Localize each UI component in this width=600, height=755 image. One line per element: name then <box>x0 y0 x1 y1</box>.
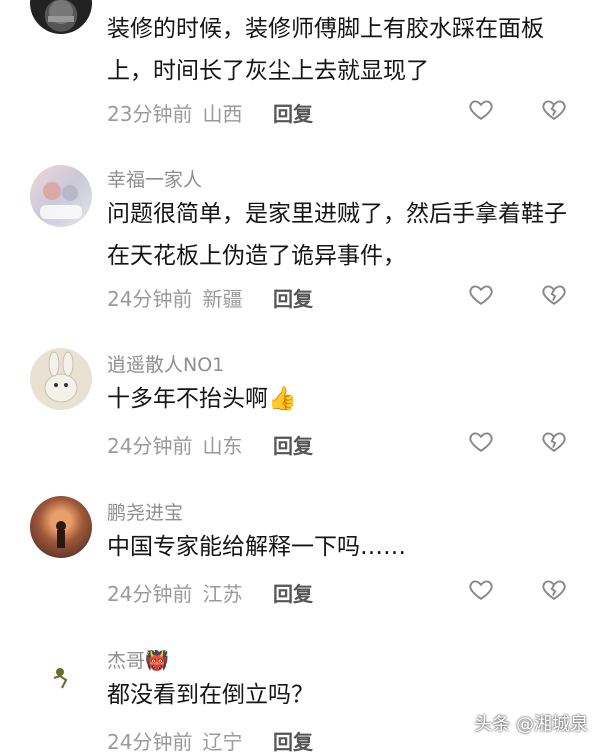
comment-text: 问题很简单，是家里进贼了，然后手拿着鞋子在天花板上伪造了诡异事件， <box>107 201 567 269</box>
comment-username[interactable]: 鹏尧进宝 <box>107 498 183 525</box>
like-button[interactable] <box>468 96 494 122</box>
reply-button[interactable]: 回复 <box>273 98 313 127</box>
comment-location: 新疆 <box>202 287 243 311</box>
dislike-button[interactable] <box>541 281 567 307</box>
comment-text: 十多年不抬头啊👍 <box>107 386 297 412</box>
comment-meta: 24分钟前 新疆 <box>107 283 242 312</box>
comment-text: 装修的时候，装修师傅脚上有胶水踩在面板上，时间长了灰尘上去就显现了 <box>107 16 544 84</box>
reply-button[interactable]: 回复 <box>273 430 313 459</box>
comment-location: 辽宁 <box>202 730 243 754</box>
broken-heart-icon <box>542 580 566 600</box>
broken-heart-icon <box>542 432 566 452</box>
comment-item: 装修的时候，装修师傅脚上有胶水踩在面板上，时间长了灰尘上去就显现了 23分钟前山… <box>0 0 600 140</box>
like-button[interactable] <box>468 576 494 602</box>
comment-time: 24分钟前 <box>107 582 193 606</box>
comment-username[interactable]: 杰哥👹 <box>107 646 169 673</box>
avatar[interactable] <box>30 165 92 227</box>
avatar[interactable] <box>30 496 92 558</box>
reply-button[interactable]: 回复 <box>273 726 313 755</box>
comment-item: 鹏尧进宝 中国专家能给解释一下吗…… 24分钟前 江苏 回复 <box>0 488 600 618</box>
comment-username[interactable]: 幸福一家人 <box>107 165 202 192</box>
reply-button[interactable]: 回复 <box>273 283 313 312</box>
comment-item: 逍遥散人NO1 十多年不抬头啊👍 24分钟前 山东 回复 <box>0 340 600 470</box>
comment-meta: 24分钟前 辽宁 <box>107 726 242 755</box>
avatar[interactable] <box>30 0 92 34</box>
comment-text: 中国专家能给解释一下吗…… <box>107 534 406 560</box>
avatar[interactable] <box>30 348 92 410</box>
dislike-button[interactable] <box>541 96 567 122</box>
comment-time: 24分钟前 <box>107 434 193 458</box>
comment-username[interactable]: 逍遥散人NO1 <box>107 350 224 377</box>
comment-location: 山东 <box>202 434 243 458</box>
heart-icon <box>469 100 493 120</box>
dislike-button[interactable] <box>541 576 567 602</box>
comment-time: 24分钟前 <box>107 730 193 754</box>
comment-time: 24分钟前 <box>107 287 193 311</box>
watermark: 头条 @湘城泉 <box>474 714 588 735</box>
broken-heart-icon <box>542 285 566 305</box>
dislike-button[interactable] <box>541 428 567 454</box>
comment-time: 23分钟前 <box>107 102 193 126</box>
like-button[interactable] <box>468 281 494 307</box>
comment-meta: 24分钟前 山东 <box>107 430 242 459</box>
heart-icon <box>469 285 493 305</box>
like-button[interactable] <box>468 428 494 454</box>
avatar[interactable] <box>30 644 92 706</box>
comment-location: 江苏 <box>202 582 243 606</box>
comment-location: 山西 <box>202 102 243 126</box>
comment-meta: 24分钟前 江苏 <box>107 578 242 607</box>
heart-icon <box>469 432 493 452</box>
comment-item: 幸福一家人 问题很简单，是家里进贼了，然后手拿着鞋子在天花板上伪造了诡异事件， … <box>0 155 600 325</box>
heart-icon <box>469 580 493 600</box>
reply-button[interactable]: 回复 <box>273 578 313 607</box>
comment-meta: 23分钟前 山西 <box>107 98 242 127</box>
broken-heart-icon <box>542 100 566 120</box>
